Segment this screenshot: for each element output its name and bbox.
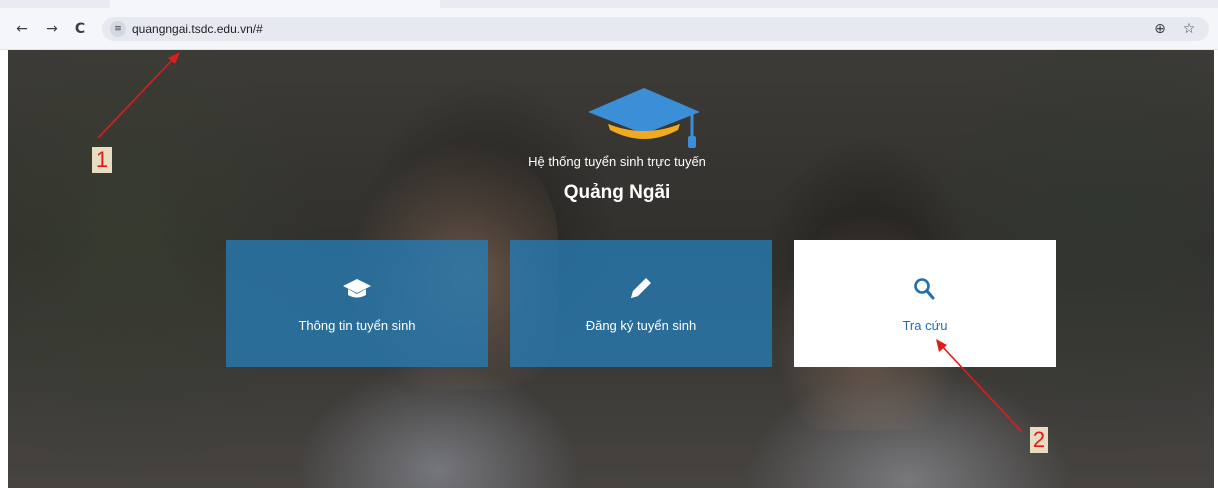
hero-banner: Hệ thống tuyển sinh trực tuyến Quảng Ngã… [8,50,1214,488]
graduation-cap-icon [343,279,371,298]
url-text[interactable]: quangngai.tsdc.edu.vn/# [132,22,263,36]
graduation-cap-logo-icon [588,88,700,148]
lookup-label: Tra cứu [902,318,948,333]
active-tab[interactable] [110,0,440,8]
pencil-icon [631,278,651,298]
reload-icon[interactable]: C [70,19,90,39]
admission-register-card[interactable]: Đăng ký tuyển sinh [510,240,772,367]
admission-info-label: Thông tin tuyển sinh [298,318,416,333]
tab-strip [0,0,1218,8]
annotation-label-2: 2 [1030,427,1048,453]
zoom-icon[interactable]: ⊕ [1150,19,1170,39]
annotation-label-1: 1 [92,147,112,173]
search-icon [914,278,935,300]
admission-info-card[interactable]: Thông tin tuyển sinh [226,240,488,367]
bookmark-star-icon[interactable]: ☆ [1179,19,1199,39]
back-arrow-icon[interactable]: ← [12,19,32,39]
browser-toolbar: ← → C ≡ quangngai.tsdc.edu.vn/# ⊕ ☆ [0,0,1218,50]
site-info-icon[interactable]: ≡ [110,21,126,37]
lookup-card[interactable]: Tra cứu [794,240,1056,367]
hero-title: Quảng Ngãi [563,182,671,203]
hero-subtitle: Hệ thống tuyển sinh trực tuyến [528,154,706,169]
address-bar[interactable] [102,17,1209,41]
forward-arrow-icon[interactable]: → [42,19,62,39]
admission-register-label: Đăng ký tuyển sinh [585,318,697,333]
